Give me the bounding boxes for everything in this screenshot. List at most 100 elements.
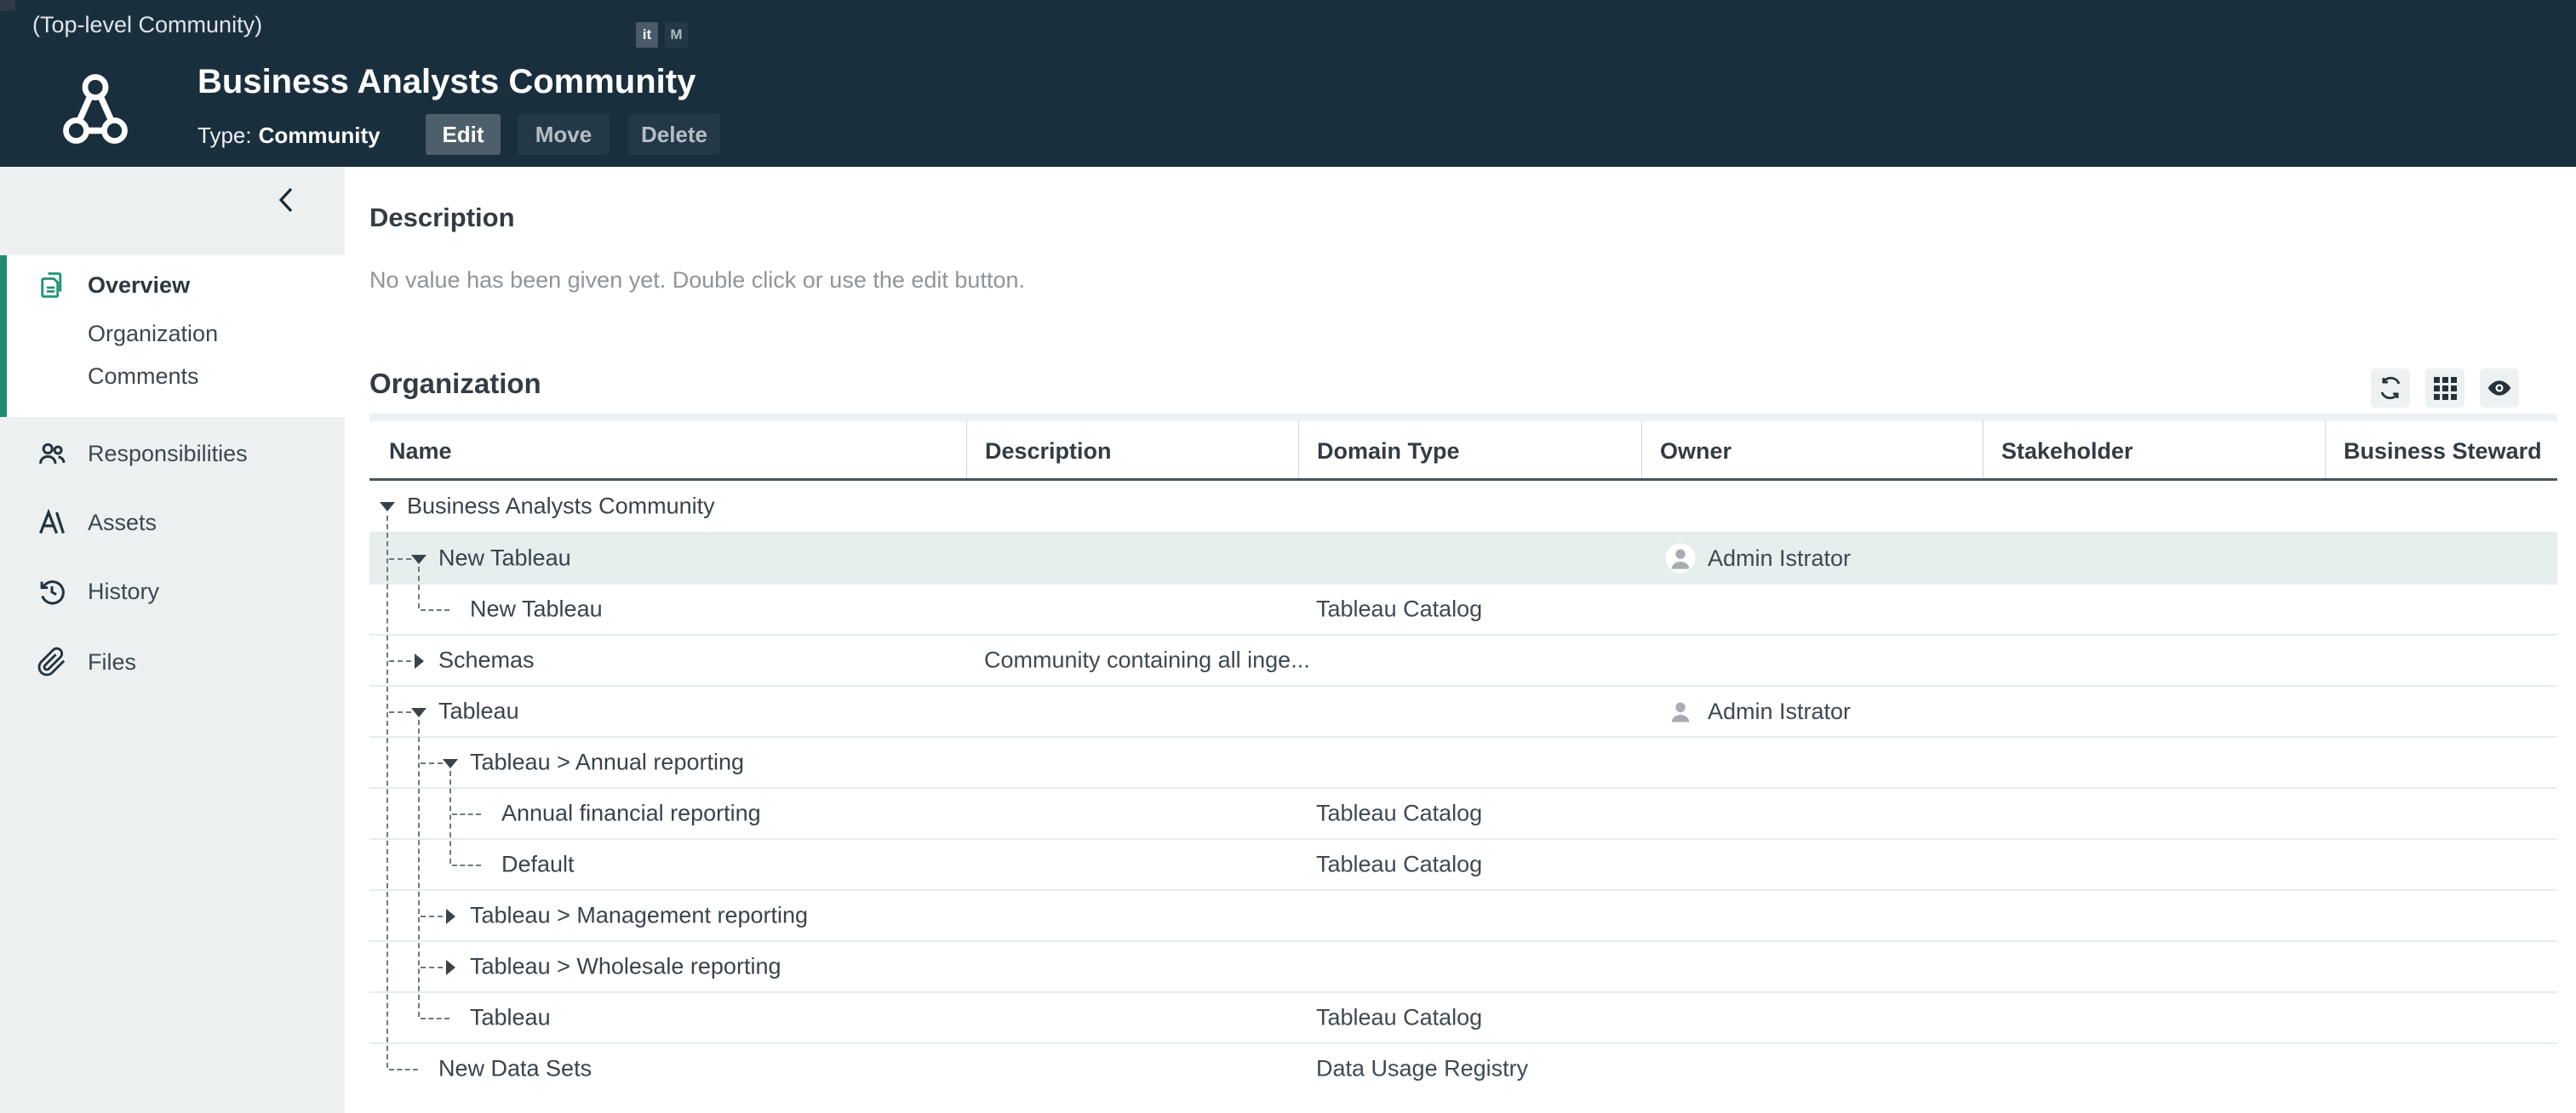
collapse-toggle[interactable] [411,555,426,564]
table-row[interactable]: Tableau Tableau Catalog [369,991,2557,1042]
asset-name[interactable]: Tableau > Wholesale reporting [470,954,781,980]
collapse-toggle[interactable] [411,708,426,717]
grid-view-button[interactable] [2425,368,2464,408]
asset-name[interactable]: Default [501,852,575,878]
type-value: Community [259,123,381,148]
expand-toggle[interactable] [446,909,455,924]
owner-cell [1641,636,1983,685]
domain-type-value: Tableau Catalog [1316,801,1482,827]
table-row[interactable]: Default Tableau Catalog [369,838,2557,889]
name-cell: Schemas [369,636,966,685]
table-row[interactable]: Schemas Community containing all inge... [369,634,2557,685]
sidebar-item-label: Comments [88,363,199,390]
table-row[interactable]: Tableau > Management reporting [369,889,2557,940]
delete-button[interactable]: Delete [628,114,720,155]
header-tab-it[interactable]: it [636,22,658,48]
stakeholder-cell [1983,481,2325,532]
community-icon [60,71,131,151]
domain-type-cell: Data Usage Registry [1298,1044,1641,1093]
name-cell: New Tableau [369,585,966,634]
stakeholder-cell [1983,534,2325,583]
table-row[interactable]: Tableau > Wholesale reporting [369,940,2557,991]
tree-guide [418,720,420,1017]
header-tab-m[interactable]: M [665,22,688,48]
edit-button[interactable]: Edit [426,114,501,155]
tree-guide [386,516,388,1068]
description-cell [966,585,1298,634]
eye-icon [2486,374,2513,402]
business-steward-cell [2325,840,2557,889]
assets-icon [36,506,68,539]
table-row[interactable]: Business Analysts Community [369,481,2557,532]
column-header-name[interactable]: Name [369,421,966,478]
description-cell [966,789,1298,838]
app-header: (Top-level Community) it M Business Anal… [0,0,2576,167]
sidebar-item-assets[interactable]: Assets [0,499,345,546]
owner-cell [1641,481,1983,532]
sidebar-item-overview[interactable]: Overview [0,261,345,309]
asset-name[interactable]: New Data Sets [438,1056,592,1082]
asset-name[interactable]: Tableau [438,699,519,725]
tree-connector [389,711,411,713]
sidebar-item-label: Files [88,649,136,676]
table-row[interactable]: New Data Sets Data Usage Registry [369,1042,2557,1093]
sidebar-item-organization[interactable]: Organization [0,310,345,357]
column-header-stakeholder[interactable]: Stakeholder [1983,421,2325,478]
context-label: (Top-level Community) [32,12,262,38]
name-cell: Tableau > Annual reporting [369,738,966,787]
asset-name[interactable]: New Tableau [470,596,603,623]
expand-toggle[interactable] [446,960,455,975]
description-placeholder[interactable]: No value has been given yet. Double clic… [369,267,1025,294]
column-header-description[interactable]: Description [966,421,1298,478]
description-cell [966,840,1298,889]
expand-toggle[interactable] [415,654,424,669]
business-steward-cell [2325,481,2557,532]
table-row[interactable]: Tableau > Annual reporting [369,736,2557,787]
domain-type-cell: Tableau Catalog [1298,840,1641,889]
move-button[interactable]: Move [518,114,610,155]
owner-name: Admin Istrator [1708,545,1851,572]
business-steward-cell [2325,738,2557,787]
asset-name[interactable]: Business Analysts Community [407,494,715,520]
asset-name[interactable]: Annual financial reporting [501,801,761,827]
asset-name[interactable]: Tableau [470,1005,551,1031]
domain-type-cell [1298,534,1641,583]
asset-name[interactable]: Tableau > Management reporting [470,903,808,929]
column-header-owner[interactable]: Owner [1641,421,1983,478]
domain-type-cell [1298,481,1641,532]
sidebar: Overview Organization Comments Responsib… [0,167,345,1113]
grid-icon [2434,377,2457,400]
column-header-domain-type[interactable]: Domain Type [1298,421,1641,478]
domain-type-cell [1298,942,1641,991]
collapse-toggle[interactable] [380,502,395,511]
sidebar-item-history[interactable]: History [0,568,345,615]
table-row[interactable]: New Tableau Admin Istrator [369,532,2557,583]
column-header-business-steward[interactable]: Business Steward [2325,421,2557,478]
paperclip-icon [36,646,68,678]
domain-type-value: Tableau Catalog [1316,1005,1482,1031]
sidebar-item-responsibilities[interactable]: Responsibilities [0,430,345,477]
table-row[interactable]: Tableau Admin Istrator [369,685,2557,736]
asset-name[interactable]: Schemas [438,648,535,674]
description-cell [966,942,1298,991]
visibility-button[interactable] [2480,368,2519,408]
table-row[interactable]: New Tableau Tableau Catalog [369,583,2557,634]
refresh-icon [2378,375,2403,401]
tree-connector [421,1018,449,1019]
collapse-toggle[interactable] [443,759,458,768]
asset-name[interactable]: New Tableau [438,545,571,572]
refresh-button[interactable] [2371,368,2410,408]
domain-type-cell [1298,636,1641,685]
domain-type-value: Tableau Catalog [1316,852,1482,878]
asset-type-line: Type:Community [197,123,381,149]
sidebar-collapse-button[interactable] [277,180,316,220]
domain-type-cell [1298,891,1641,940]
asset-name[interactable]: Tableau > Annual reporting [470,750,744,776]
name-cell: Annual financial reporting [369,789,966,838]
stakeholder-cell [1983,738,2325,787]
sidebar-item-files[interactable]: Files [0,638,345,686]
table-row[interactable]: Annual financial reporting Tableau Catal… [369,787,2557,838]
tree-guide [418,567,420,608]
stakeholder-cell [1983,891,2325,940]
sidebar-item-comments[interactable]: Comments [0,352,345,400]
